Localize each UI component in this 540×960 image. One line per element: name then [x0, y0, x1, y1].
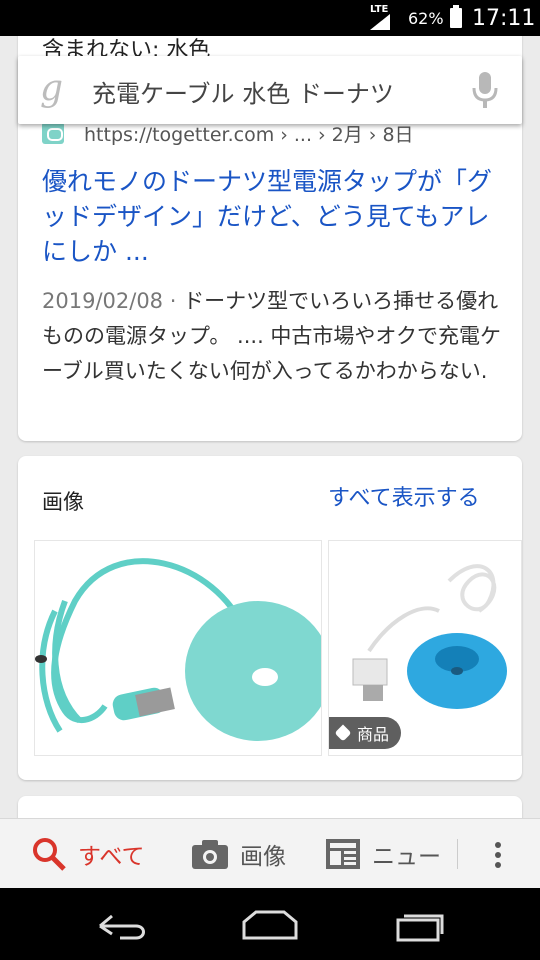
- images-heading: 画像: [42, 490, 84, 514]
- search-input[interactable]: 充電ケーブル 水色 ドーナツ: [92, 74, 394, 109]
- more-vert-icon[interactable]: [490, 841, 506, 869]
- date-separator: ·: [163, 289, 184, 313]
- system-nav-bar: [0, 888, 540, 960]
- tab-news-label: ニュー: [372, 844, 441, 870]
- bottom-tab-bar: すべて 画像 ニュー: [0, 818, 540, 888]
- next-result-card[interactable]: [18, 796, 522, 818]
- back-icon[interactable]: [99, 914, 145, 940]
- home-icon[interactable]: [242, 910, 298, 940]
- mic-icon[interactable]: [472, 72, 498, 108]
- status-bar: LTE 62% 17:11: [0, 0, 540, 36]
- see-all-link[interactable]: すべて表示する: [328, 480, 480, 512]
- tag-icon: [334, 724, 352, 742]
- product-badge-label: 商品: [357, 725, 390, 744]
- signal-icon: [370, 14, 390, 30]
- result-date: 2019/02/08: [42, 289, 164, 313]
- results-page[interactable]: 含まれない: 水色 https://togetter.com › ... › 2…: [0, 36, 540, 818]
- battery-icon: [450, 5, 462, 28]
- tab-images[interactable]: 画像: [192, 819, 286, 889]
- tab-all[interactable]: すべて: [32, 819, 144, 889]
- donut-charger-image: [35, 558, 321, 741]
- google-g-icon: g: [40, 68, 64, 109]
- battery-percent: 62%: [408, 9, 444, 28]
- image-thumbnail[interactable]: [34, 540, 322, 756]
- product-badge: 商品: [329, 717, 402, 749]
- recents-icon[interactable]: [396, 914, 444, 942]
- camera-icon: [192, 840, 228, 869]
- search-icon: [33, 838, 66, 871]
- news-icon: [326, 839, 360, 869]
- images-card: 画像 すべて表示する 商品: [18, 456, 522, 780]
- clock: 17:11: [472, 6, 536, 31]
- image-thumbnail[interactable]: 商品: [328, 540, 522, 756]
- site-favicon-icon: [42, 122, 64, 144]
- tab-images-label: 画像: [240, 844, 286, 870]
- result-title-link[interactable]: 優れモノのドーナツ型電源タップが「グッドデザイン」だけど、どう見てもアレにしか …: [42, 164, 502, 269]
- tab-all-label: すべて: [78, 844, 145, 870]
- tab-news[interactable]: ニュー: [326, 819, 458, 889]
- search-bar[interactable]: g 充電ケーブル 水色 ドーナツ: [18, 56, 522, 124]
- result-snippet: 2019/02/08 · ドーナツ型でいろいろ挿せる優れものの電源タップ。 ..…: [42, 284, 504, 389]
